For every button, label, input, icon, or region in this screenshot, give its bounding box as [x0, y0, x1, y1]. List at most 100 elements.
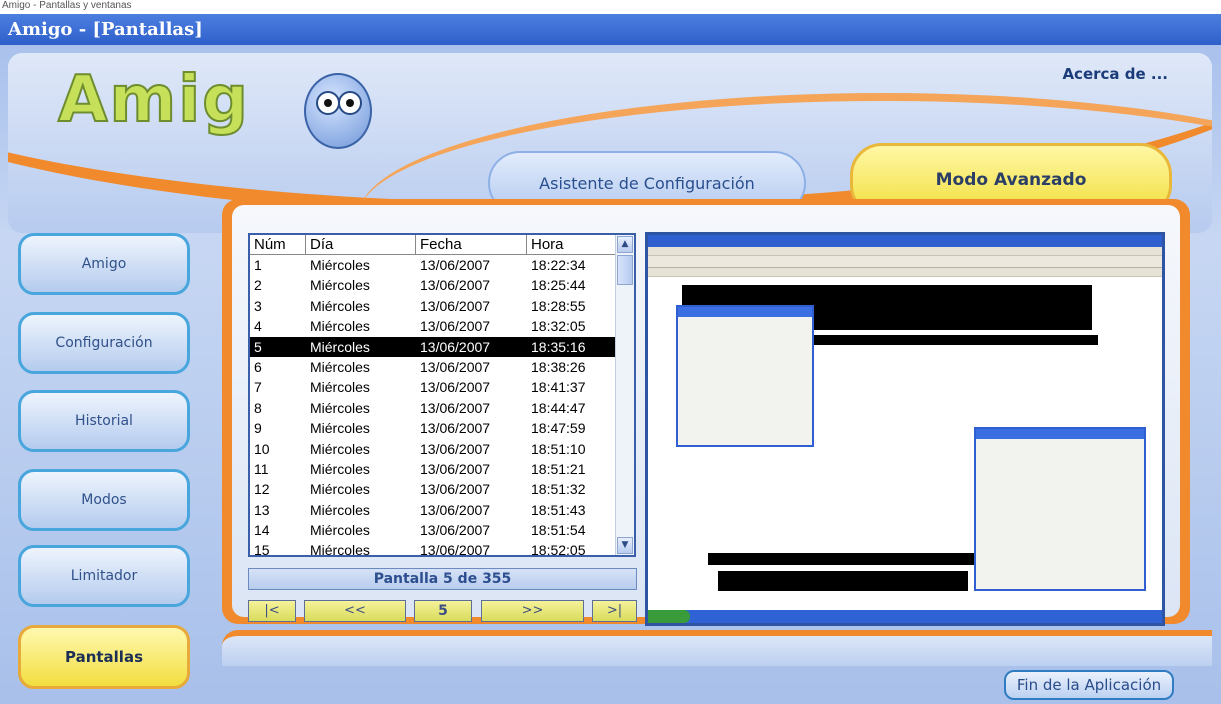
list-cell: 18:35:16 [531, 338, 586, 355]
list-cell: 13/06/2007 [420, 399, 491, 416]
list-cell: 8 [254, 399, 262, 416]
list-cell: 13/06/2007 [420, 358, 491, 375]
screenshot-preview [645, 232, 1165, 626]
list-cell: 5 [254, 338, 262, 355]
list-item[interactable]: 11 Miércoles 13/06/2007 18:51:21 [250, 459, 634, 479]
list-cell: 13/06/2007 [420, 542, 491, 557]
list-cell: 18:32:05 [531, 318, 586, 335]
list-cell: 13/06/2007 [420, 318, 491, 335]
preview-toolbar [648, 256, 1162, 268]
list-item[interactable]: 15 Miércoles 13/06/2007 18:52:05 [250, 540, 634, 557]
list-cell: 13/06/2007 [420, 379, 491, 396]
list-item[interactable]: 4 Miércoles 13/06/2007 18:32:05 [250, 316, 634, 336]
list-cell: 13/06/2007 [420, 338, 491, 355]
prev-page-button[interactable]: << [304, 600, 406, 622]
list-cell: 11 [254, 460, 269, 477]
list-cell: 18:25:44 [531, 277, 586, 294]
about-link[interactable]: Acerca de ... [1062, 65, 1168, 83]
last-page-button[interactable]: >| [592, 600, 637, 622]
list-cell: Miércoles [310, 277, 370, 294]
list-cell: 13/06/2007 [420, 501, 491, 518]
list-cell: 13/06/2007 [420, 481, 491, 498]
list-cell: Miércoles [310, 358, 370, 375]
list-cell: 13/06/2007 [420, 277, 491, 294]
list-item[interactable]: 2 Miércoles 13/06/2007 18:25:44 [250, 275, 634, 295]
sidebar-item-modos[interactable]: Modos [18, 469, 190, 531]
bottom-strip [222, 630, 1212, 666]
first-page-button[interactable]: |< [248, 600, 296, 622]
outer-caption: Amigo - Pantallas y ventanas [2, 0, 132, 11]
list-item[interactable]: 13 Miércoles 13/06/2007 18:51:43 [250, 500, 634, 520]
sidebar-item-configuracion[interactable]: Configuración [18, 312, 190, 374]
list-item[interactable]: 9 Miércoles 13/06/2007 18:47:59 [250, 418, 634, 438]
column-header-hora[interactable]: Hora [527, 235, 617, 255]
column-header-dia[interactable]: Día [306, 235, 416, 255]
list-item[interactable]: 10 Miércoles 13/06/2007 18:51:10 [250, 439, 634, 459]
list-cell: Miércoles [310, 297, 370, 314]
sidebar-item-pantallas[interactable]: Pantallas [18, 625, 190, 689]
list-header: Núm Día Fecha Hora [250, 235, 634, 255]
list-cell: 18:28:55 [531, 297, 586, 314]
list-cell: 4 [254, 318, 262, 335]
page-status: Pantalla 5 de 355 [248, 568, 637, 590]
owl-eye-icon [316, 91, 340, 115]
sidebar-item-limitador[interactable]: Limitador [18, 545, 190, 607]
preview-block [718, 571, 968, 591]
column-header-num[interactable]: Núm [250, 235, 306, 255]
list-cell: Miércoles [310, 501, 370, 518]
list-cell: 18:47:59 [531, 420, 586, 437]
next-page-button[interactable]: >> [481, 600, 584, 622]
list-cell: 13/06/2007 [420, 420, 491, 437]
exit-app-button[interactable]: Fin de la Aplicación [1004, 670, 1174, 700]
list-cell: 18:44:47 [531, 399, 586, 416]
list-cell: 18:51:10 [531, 440, 586, 457]
list-cell: 13/06/2007 [420, 257, 491, 273]
list-item[interactable]: 8 Miércoles 13/06/2007 18:44:47 [250, 398, 634, 418]
scroll-up-icon[interactable]: ▲ [617, 236, 633, 253]
list-cell: 12 [254, 481, 270, 498]
sidebar-item-historial[interactable]: Historial [18, 390, 190, 452]
list-cell: 18:52:05 [531, 542, 586, 557]
sidebar-item-amigo[interactable]: Amigo [18, 233, 190, 295]
list-cell: 18:51:32 [531, 481, 586, 498]
list-cell: 18:51:43 [531, 501, 586, 518]
owl-eye-icon [338, 91, 362, 115]
list-cell: Miércoles [310, 318, 370, 335]
list-item[interactable]: 12 Miércoles 13/06/2007 18:51:32 [250, 479, 634, 499]
list-item[interactable]: 3 Miércoles 13/06/2007 18:28:55 [250, 296, 634, 316]
owl-logo-icon [304, 73, 372, 149]
list-cell: 6 [254, 358, 262, 375]
preview-block [708, 553, 978, 565]
list-item[interactable]: 7 Miércoles 13/06/2007 18:41:37 [250, 377, 634, 397]
list-cell: 2 [254, 277, 262, 294]
list-cell: 3 [254, 297, 262, 314]
screenshots-list[interactable]: Núm Día Fecha Hora 1 Miércoles 13/06/2007 1… [248, 233, 636, 557]
scroll-down-icon[interactable]: ▼ [617, 537, 633, 554]
list-cell: 13 [254, 501, 270, 518]
window-title: Amigo - [Pantallas] [0, 14, 1221, 45]
list-item[interactable]: 1 Miércoles 13/06/2007 18:22:34 [250, 255, 634, 275]
list-cell: 13/06/2007 [420, 297, 491, 314]
column-header-fecha[interactable]: Fecha [416, 235, 527, 255]
list-cell: 10 [254, 440, 270, 457]
list-cell: Miércoles [310, 460, 370, 477]
page-number[interactable]: 5 [414, 600, 472, 622]
list-item[interactable]: 5 Miércoles 13/06/2007 18:35:16 [250, 336, 634, 357]
preview-block [808, 335, 1098, 345]
preview-chat-window [974, 427, 1146, 591]
list-item[interactable]: 14 Miércoles 13/06/2007 18:51:54 [250, 520, 634, 540]
list-cell: 18:51:54 [531, 522, 586, 539]
scroll-thumb[interactable] [617, 255, 633, 285]
list-scrollbar[interactable]: ▲ ▼ [615, 235, 634, 555]
list-cell: Miércoles [310, 420, 370, 437]
list-cell: 18:38:26 [531, 358, 586, 375]
list-item[interactable]: 6 Miércoles 13/06/2007 18:38:26 [250, 357, 634, 377]
list-cell: 13/06/2007 [420, 460, 491, 477]
list-cell: 13/06/2007 [420, 522, 491, 539]
list-cell: Miércoles [310, 379, 370, 396]
preview-start-button [648, 610, 690, 623]
list-cell: 18:51:21 [531, 460, 586, 477]
preview-taskbar [648, 610, 1162, 623]
list-rows: 1 Miércoles 13/06/2007 18:22:34 2 Miércoles 13… [250, 255, 634, 557]
list-cell: Miércoles [310, 542, 370, 557]
